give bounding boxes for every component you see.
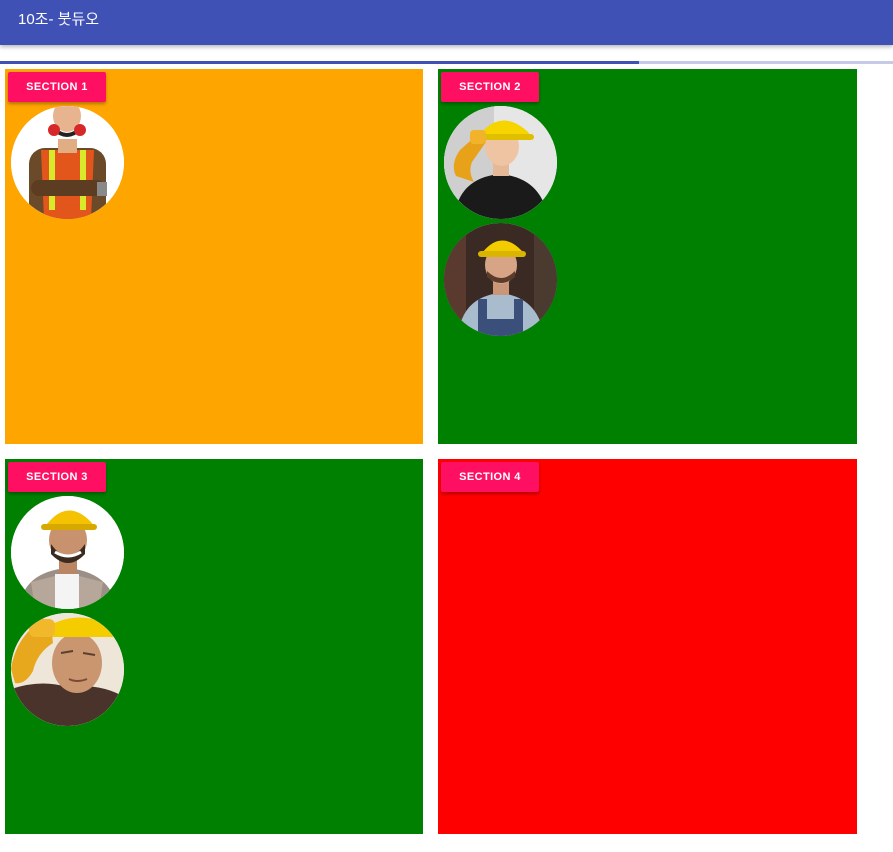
- section-1-panel: SECTION 1: [5, 69, 423, 444]
- section-1-button[interactable]: SECTION 1: [8, 72, 106, 102]
- section-3-button[interactable]: SECTION 3: [8, 462, 106, 492]
- section-4-panel: SECTION 4: [438, 459, 857, 834]
- section-3-panel: SECTION 3: [5, 459, 423, 834]
- worker-older-hardhat-avatar: [11, 613, 124, 726]
- worker-overalls-avatar: [444, 223, 557, 336]
- app-toolbar: 10조- 붓듀오: [0, 0, 893, 45]
- progress-bar-fill: [0, 61, 640, 64]
- progress-bar: [0, 61, 893, 64]
- section-2-button[interactable]: SECTION 2: [441, 72, 539, 102]
- app-title: 10조- 붓듀오: [18, 11, 100, 28]
- worker-smiling-hardhat-avatar: [11, 496, 124, 609]
- worker-safety-vest-avatar: [11, 106, 124, 219]
- section-2-panel: SECTION 2: [438, 69, 857, 444]
- worker-hardhat-gloves-avatar: [444, 106, 557, 219]
- section-4-button[interactable]: SECTION 4: [441, 462, 539, 492]
